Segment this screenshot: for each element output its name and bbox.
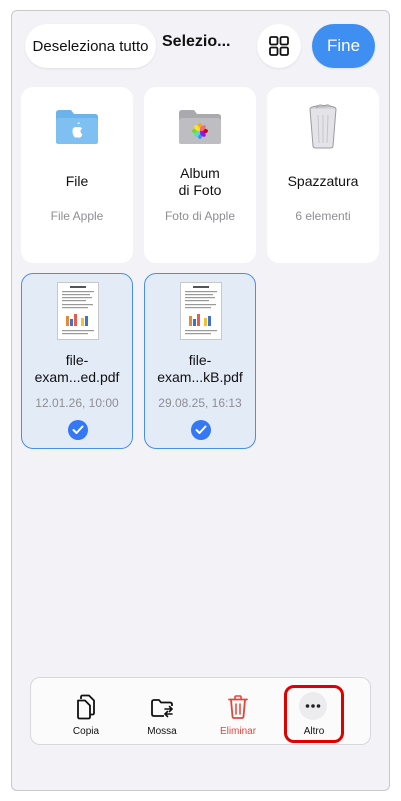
apple-folder-icon <box>56 110 98 144</box>
selected-checkmark-icon[interactable] <box>68 420 88 440</box>
tile-photo-album[interactable]: Album di Foto Foto di Apple <box>144 87 256 263</box>
tile-subtitle: 12.01.26, 10:00 <box>35 396 119 410</box>
tile-pdf-file[interactable]: file- exam...ed.pdf 12.01.26, 10:00 <box>21 273 133 449</box>
view-toggle-button[interactable] <box>257 24 301 68</box>
tile-files[interactable]: File File Apple <box>21 87 133 263</box>
move-button[interactable]: Mossa <box>129 678 195 746</box>
pdf-thumbnail-icon <box>180 282 222 340</box>
tile-pdf-file[interactable]: file- exam...kB.pdf 29.08.25, 16:13 <box>144 273 256 449</box>
grid-icon <box>269 36 289 56</box>
tile-name: file- exam...kB.pdf <box>157 352 243 385</box>
tile-name: Spazzatura <box>287 173 359 189</box>
copy-label: Copia <box>72 726 100 737</box>
pdf-thumbnail-icon <box>57 282 99 340</box>
tile-trash[interactable]: Spazzatura 6 elementi <box>267 87 379 263</box>
tile-subtitle: 29.08.25, 16:13 <box>158 396 242 410</box>
delete-button[interactable]: Eliminar <box>205 678 271 746</box>
move-label: Mossa <box>147 726 177 737</box>
selected-checkmark-icon[interactable] <box>191 420 211 440</box>
done-button[interactable]: Fine <box>312 24 375 68</box>
trash-icon <box>228 695 248 719</box>
trash-bin-icon <box>309 104 337 149</box>
tile-subtitle: 6 elementi <box>295 209 351 223</box>
copy-button[interactable]: Copia <box>53 678 119 746</box>
photos-folder-icon <box>179 110 221 144</box>
tile-subtitle: File Apple <box>50 209 104 223</box>
tile-subtitle: Foto di Apple <box>164 209 236 223</box>
copy-icon <box>77 694 95 720</box>
app-window: Deseleziona tutto Selezio... Fine File F… <box>11 10 390 791</box>
tile-name: file- exam...ed.pdf <box>34 352 120 385</box>
deselect-all-label: Deseleziona tutto <box>32 37 149 55</box>
header: Deseleziona tutto Selezio... Fine <box>12 11 389 81</box>
delete-label: Eliminar <box>219 726 257 737</box>
tile-name: File <box>65 173 89 189</box>
move-folder-icon <box>151 699 174 718</box>
deselect-all-button[interactable]: Deseleziona tutto <box>25 24 156 68</box>
done-label: Fine <box>326 36 361 55</box>
annotation-highlight-box <box>284 685 344 743</box>
page-title: Selezio... <box>162 33 231 50</box>
tile-name: Album di Foto <box>178 165 222 198</box>
